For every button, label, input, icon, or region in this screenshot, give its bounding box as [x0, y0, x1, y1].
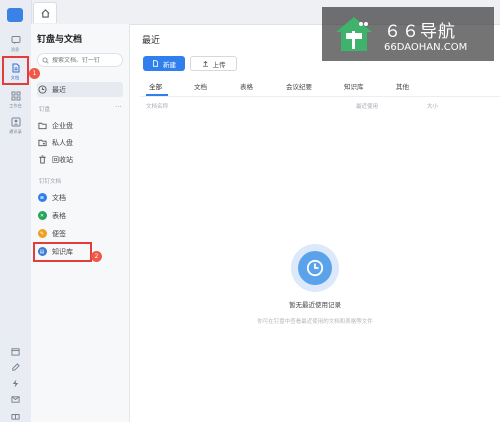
doc-type-icon: ≡ [37, 193, 47, 202]
watermark: ６６导航 66DAOHAN.COM [322, 7, 494, 61]
private-folder-icon [37, 138, 47, 148]
nav-label: 文档 [52, 193, 66, 202]
nav-note[interactable]: ✎ 便签 [37, 226, 123, 241]
tab-meeting-notes[interactable]: 会议纪要 [286, 81, 312, 91]
docs-panel: 钉盘与文档 最近 钉盘 ··· 企业盘 私人盘 回收站 钉钉文档 ≡ 文档 ✕ … [31, 24, 130, 422]
nav-recycle-bin[interactable]: 回收站 [37, 152, 123, 167]
nav-label: 最近 [52, 85, 66, 94]
upload-icon [202, 60, 208, 67]
step-badge-1: 1 [29, 68, 40, 79]
rail-gift[interactable] [0, 407, 31, 423]
new-button[interactable]: 新建 [143, 56, 185, 71]
chat-icon [11, 36, 20, 44]
rail-label: 消息 [11, 47, 20, 53]
search-box[interactable] [37, 53, 123, 67]
watermark-logo [336, 17, 372, 51]
edit-icon [12, 362, 20, 371]
clock-icon [306, 259, 324, 277]
column-recent[interactable]: 最近使用 [356, 102, 378, 110]
new-doc-icon [152, 60, 159, 67]
rail-item-contacts[interactable]: 通讯录 [0, 112, 31, 140]
watermark-url: 66DAOHAN.COM [384, 42, 468, 53]
rail-calendar[interactable] [0, 343, 31, 359]
highlight-box-knowledge-base [33, 242, 92, 262]
highlight-box-docs [2, 56, 29, 85]
column-name[interactable]: 文档名称 [146, 102, 168, 110]
step-badge-2: 2 [91, 251, 102, 262]
trash-icon [37, 155, 47, 165]
clock-icon [37, 85, 47, 95]
gift-icon [11, 413, 20, 420]
rail-lightning[interactable] [0, 375, 31, 391]
empty-state-subtitle: 你可在钉盘中查看最近使用的文档和表格等文件 [257, 319, 373, 325]
mail-icon [11, 395, 20, 403]
empty-state-illustration [291, 244, 339, 292]
rail-label: 工作台 [9, 103, 22, 109]
upload-button-label: 上传 [212, 60, 226, 69]
lightning-icon [12, 378, 19, 388]
tab-doc[interactable]: 文档 [194, 81, 207, 91]
tab-other[interactable]: 其他 [396, 81, 409, 91]
more-icon[interactable]: ··· [115, 103, 122, 111]
rail-item-messages[interactable]: 消息 [0, 30, 31, 58]
nav-label: 企业盘 [52, 121, 73, 130]
grid-icon [11, 91, 20, 101]
nav-private-pan[interactable]: 私人盘 [37, 135, 123, 150]
panel-title: 钉盘与文档 [37, 35, 83, 45]
app-menu-button[interactable] [7, 8, 23, 22]
nav-doc[interactable]: ≡ 文档 [37, 190, 123, 205]
tab-sheet[interactable]: 表格 [240, 81, 253, 91]
search-input[interactable] [49, 56, 122, 64]
section-pan: 钉盘 [39, 107, 51, 113]
home-icon [41, 8, 49, 18]
search-icon [42, 56, 49, 64]
rail-edit[interactable] [0, 359, 31, 375]
nav-label: 回收站 [52, 155, 73, 164]
tab-knowledge-base[interactable]: 知识库 [344, 81, 364, 91]
page-title: 最近 [142, 36, 161, 46]
upload-button[interactable]: 上传 [190, 56, 237, 71]
nav-sheet[interactable]: ✕ 表格 [37, 208, 123, 223]
rail-item-workbench[interactable]: 工作台 [0, 86, 31, 114]
nav-enterprise-pan[interactable]: 企业盘 [37, 118, 123, 133]
note-type-icon: ✎ [37, 229, 47, 238]
folder-icon [37, 121, 47, 131]
nav-label: 私人盘 [52, 138, 73, 147]
sheet-type-icon: ✕ [37, 211, 47, 220]
calendar-icon [11, 347, 20, 356]
rail-label: 通讯录 [9, 129, 22, 135]
column-size[interactable]: 大小 [427, 102, 438, 110]
contacts-icon [11, 117, 20, 127]
active-tab-indicator [146, 94, 168, 96]
section-docs: 钉钉文档 [39, 179, 62, 185]
new-button-label: 新建 [163, 60, 176, 69]
empty-state-title: 暂无最近使用记录 [289, 301, 341, 309]
filter-tabs: 全部 文档 表格 会议纪要 知识库 其他 [140, 78, 500, 97]
nav-label: 表格 [52, 211, 66, 220]
nav-label: 便签 [52, 229, 66, 238]
home-tab[interactable] [33, 2, 57, 23]
rail-mail[interactable] [0, 391, 31, 407]
watermark-title: ６６导航 [384, 22, 456, 42]
nav-recent[interactable]: 最近 [37, 82, 123, 97]
tab-all[interactable]: 全部 [149, 81, 162, 91]
